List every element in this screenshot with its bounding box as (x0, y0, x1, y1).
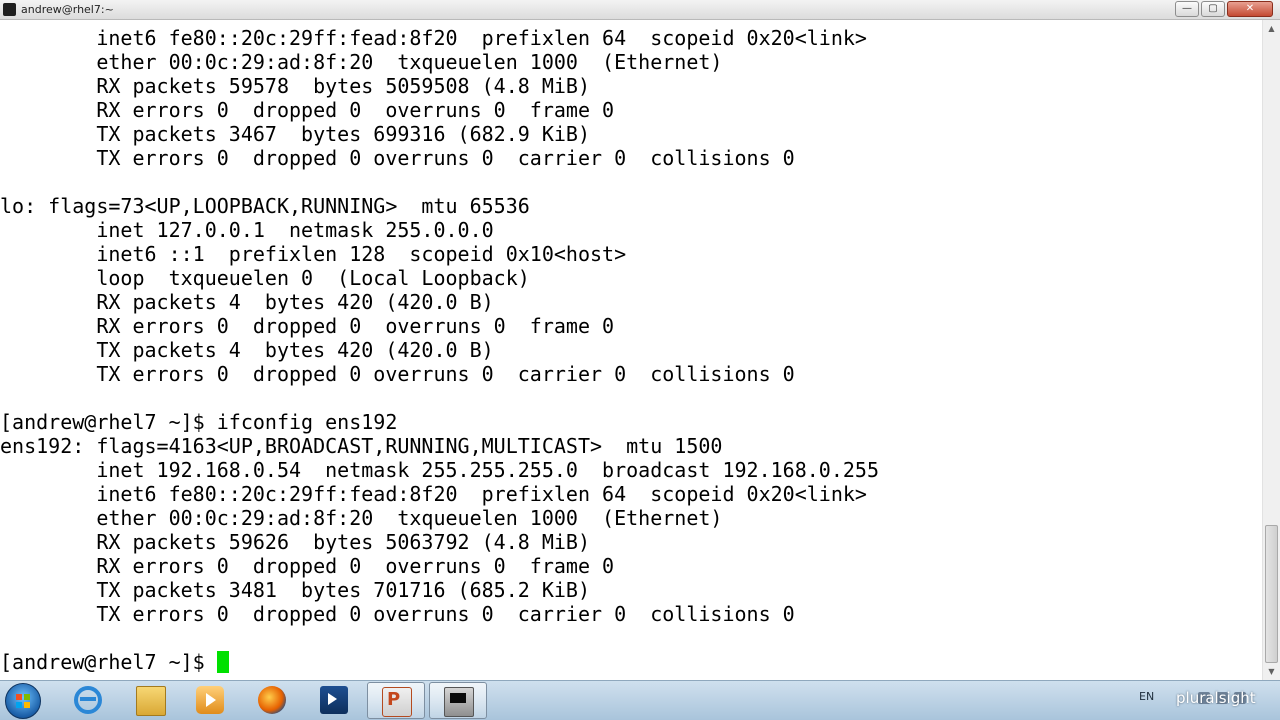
terminal-line: TX errors 0 dropped 0 overruns 0 carrier… (0, 362, 795, 386)
terminal-line: inet 192.168.0.54 netmask 255.255.255.0 … (0, 458, 879, 482)
terminal-line: ens192: flags=4163<UP,BROADCAST,RUNNING,… (0, 434, 723, 458)
scroll-up-button[interactable]: ▲ (1263, 20, 1280, 37)
window-title-bar[interactable]: andrew@rhel7:~ — ▢ ✕ (0, 0, 1280, 20)
window-title: andrew@rhel7:~ (21, 3, 114, 16)
taskbar-app-putty[interactable] (429, 682, 487, 719)
terminal-line: RX packets 59626 bytes 5063792 (4.8 MiB) (0, 530, 591, 554)
terminal-line: ether 00:0c:29:ad:8f:20 txqueuelen 1000 … (0, 506, 723, 530)
terminal-line: RX packets 59578 bytes 5059508 (4.8 MiB) (0, 74, 591, 98)
taskbar: EN pluralsight (0, 680, 1280, 720)
language-indicator[interactable]: EN (1139, 690, 1154, 703)
windows-logo-icon (16, 694, 30, 708)
maximize-button[interactable]: ▢ (1201, 1, 1225, 17)
taskbar-app-powershell[interactable] (306, 682, 364, 719)
powerpoint-icon (382, 687, 412, 717)
scroll-down-button[interactable]: ▼ (1263, 663, 1280, 680)
brand-watermark: pluralsight (1176, 689, 1256, 707)
firefox-icon (258, 686, 286, 714)
media-player-icon (196, 686, 224, 714)
taskbar-app-media-player[interactable] (182, 682, 240, 719)
terminal-line: TX packets 4 bytes 420 (420.0 B) (0, 338, 494, 362)
start-button[interactable] (5, 683, 41, 719)
terminal-line: TX errors 0 dropped 0 overruns 0 carrier… (0, 146, 795, 170)
terminal-line: RX errors 0 dropped 0 overruns 0 frame 0 (0, 314, 615, 338)
folder-icon (136, 686, 166, 716)
terminal-line: TX errors 0 dropped 0 overruns 0 carrier… (0, 602, 795, 626)
minimize-button[interactable]: — (1175, 1, 1199, 17)
terminal-line: TX packets 3467 bytes 699316 (682.9 KiB) (0, 122, 591, 146)
powershell-icon (320, 686, 348, 714)
terminal-line: inet 127.0.0.1 netmask 255.0.0.0 (0, 218, 494, 242)
taskbar-app-windows-explorer[interactable] (122, 682, 180, 719)
terminal-line: inet6 ::1 prefixlen 128 scopeid 0x10<hos… (0, 242, 627, 266)
terminal-line: [andrew@rhel7 ~]$ ifconfig ens192 (0, 410, 398, 434)
terminal-line: ether 00:0c:29:ad:8f:20 txqueuelen 1000 … (0, 50, 723, 74)
putty-icon (3, 3, 16, 16)
vertical-scrollbar[interactable]: ▲ ▼ (1262, 20, 1280, 680)
terminal-line: RX packets 4 bytes 420 (420.0 B) (0, 290, 494, 314)
terminal-line: RX errors 0 dropped 0 overruns 0 frame 0 (0, 98, 615, 122)
terminal-line: lo: flags=73<UP,LOOPBACK,RUNNING> mtu 65… (0, 194, 530, 218)
taskbar-app-firefox[interactable] (244, 682, 302, 719)
close-button[interactable]: ✕ (1227, 1, 1273, 17)
terminal-output[interactable]: inet6 fe80::20c:29ff:fead:8f20 prefixlen… (0, 26, 1262, 680)
terminal-line: inet6 fe80::20c:29ff:fead:8f20 prefixlen… (0, 482, 867, 506)
scroll-thumb[interactable] (1265, 525, 1278, 663)
putty-icon (444, 687, 474, 717)
terminal-line: inet6 fe80::20c:29ff:fead:8f20 prefixlen… (0, 26, 867, 50)
ie-icon (74, 686, 102, 714)
shell-prompt: [andrew@rhel7 ~]$ (0, 650, 217, 674)
taskbar-app-powerpoint[interactable] (367, 682, 425, 719)
terminal-line: TX packets 3481 bytes 701716 (685.2 KiB) (0, 578, 591, 602)
taskbar-app-internet-explorer[interactable] (60, 682, 118, 719)
text-cursor (216, 651, 229, 673)
terminal-line: RX errors 0 dropped 0 overruns 0 frame 0 (0, 554, 615, 578)
terminal-line: loop txqueuelen 0 (Local Loopback) (0, 266, 530, 290)
terminal-prompt-line[interactable]: [andrew@rhel7 ~]$ (0, 650, 1262, 674)
